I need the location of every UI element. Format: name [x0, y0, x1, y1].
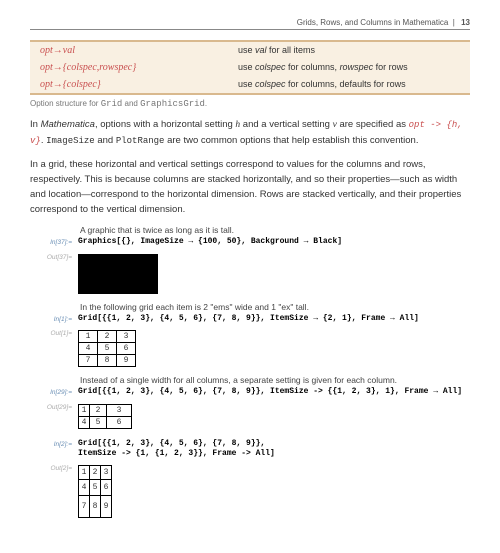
opt-desc: use colspec for columns, defaults for ro…	[228, 76, 470, 94]
in-label: In[37]:=	[30, 237, 78, 246]
input-row: In[2]:= Grid[{{1, 2, 3}, {4, 5, 6}, {7, …	[30, 439, 470, 460]
in-label: In[29]:=	[30, 387, 78, 396]
grid-table: 123 456	[78, 404, 132, 429]
table-caption: Option structure for Grid and GraphicsGr…	[30, 99, 470, 109]
input-row: In[37]:= Graphics[{}, ImageSize → {100, …	[30, 237, 470, 247]
output-row: Out[1]= 123 456 789	[30, 328, 470, 367]
opt-syntax: opt→val	[30, 41, 228, 59]
out-label: Out[29]=	[30, 402, 78, 411]
input-row: In[29]:= Grid[{{1, 2, 3}, {4, 5, 6}, {7,…	[30, 387, 470, 397]
opt-desc: use val for all items	[228, 41, 470, 59]
out-label: Out[1]=	[30, 328, 78, 337]
output-row: Out[2]= 123 456 789	[30, 463, 470, 518]
in-label: In[2]:=	[30, 439, 78, 448]
example-desc: A graphic that is twice as long as it is…	[80, 225, 470, 235]
option-table: opt→val use val for all items opt→{colsp…	[30, 40, 470, 95]
page-number: 13	[461, 18, 470, 27]
out-label: Out[2]=	[30, 463, 78, 472]
input-code: Grid[{{1, 2, 3}, {4, 5, 6}, {7, 8, 9}}, …	[78, 439, 275, 460]
table-row: opt→{colspec,rowspec} use colspec for co…	[30, 59, 470, 76]
page-header: Grids, Rows, and Columns in Mathematica …	[30, 18, 470, 30]
in-label: In[1]:=	[30, 314, 78, 323]
page: Grids, Rows, and Columns in Mathematica …	[0, 0, 500, 542]
grid-table: 123 456 789	[78, 465, 112, 518]
opt-syntax: opt→{colspec}	[30, 76, 228, 94]
output-grid: 123 456 789	[78, 463, 112, 518]
opt-syntax: opt→{colspec,rowspec}	[30, 59, 228, 76]
output-row: Out[37]=	[30, 252, 470, 294]
input-code: Graphics[{}, ImageSize → {100, 50}, Back…	[78, 237, 342, 247]
paragraph: In Mathematica, options with a horizonta…	[30, 117, 470, 149]
input-code: Grid[{{1, 2, 3}, {4, 5, 6}, {7, 8, 9}}, …	[78, 387, 462, 397]
input-code: Grid[{{1, 2, 3}, {4, 5, 6}, {7, 8, 9}}, …	[78, 314, 419, 324]
black-rectangle	[78, 254, 158, 294]
grid-table: 123 456 789	[78, 330, 136, 367]
header-title: Grids, Rows, and Columns in Mathematica	[297, 18, 449, 27]
output-grid: 123 456	[78, 402, 132, 429]
out-label: Out[37]=	[30, 252, 78, 261]
input-row: In[1]:= Grid[{{1, 2, 3}, {4, 5, 6}, {7, …	[30, 314, 470, 324]
output-row: Out[29]= 123 456	[30, 402, 470, 429]
output-graphic	[78, 252, 158, 294]
opt-desc: use colspec for columns, rowspec for row…	[228, 59, 470, 76]
table-row: opt→{colspec} use colspec for columns, d…	[30, 76, 470, 94]
example-desc: Instead of a single width for all column…	[80, 375, 470, 385]
paragraph: In a grid, these horizontal and vertical…	[30, 157, 470, 218]
output-grid: 123 456 789	[78, 328, 136, 367]
table-row: opt→val use val for all items	[30, 41, 470, 59]
example-desc: In the following grid each item is 2 "em…	[80, 302, 470, 312]
